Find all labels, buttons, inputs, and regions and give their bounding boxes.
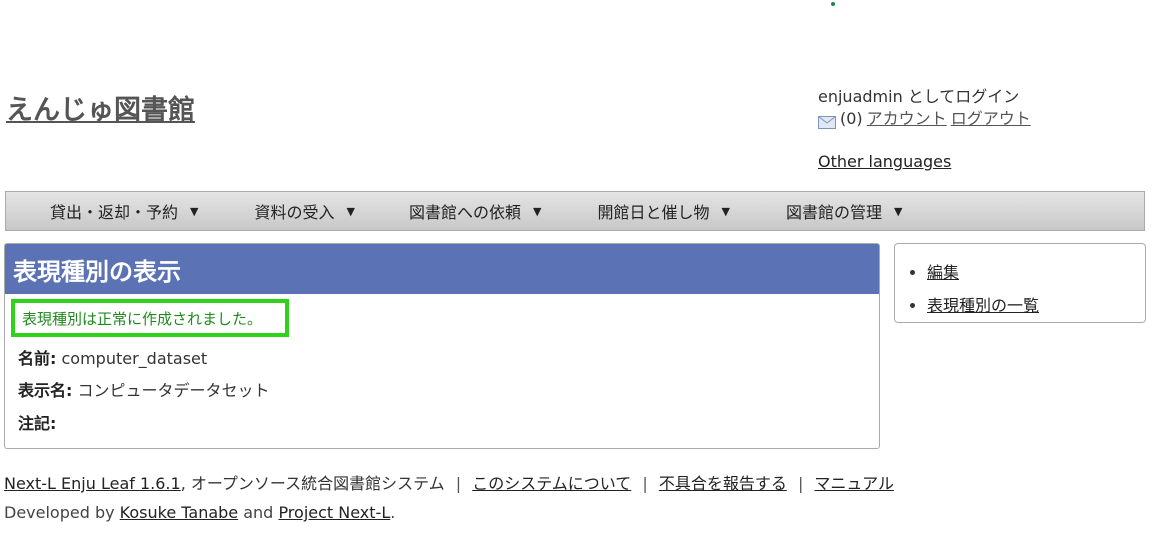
content-header: 表現種別の表示 <box>5 244 879 294</box>
separator: | <box>797 474 804 493</box>
edit-link[interactable]: 編集 <box>927 263 959 282</box>
author-link[interactable]: Kosuke Tanabe <box>120 503 238 522</box>
sidebar-item-list: 表現種別の一覧 <box>927 289 1145 322</box>
menu-requests[interactable]: 図書館への依頼 ▼ <box>409 199 541 223</box>
menu-circulation[interactable]: 貸出・返却・予約 ▼ <box>50 199 198 223</box>
caret-down-icon: ▼ <box>721 204 730 218</box>
sidebar-links: 編集 表現種別の一覧 <box>895 256 1145 322</box>
main-menu: 貸出・返却・予約 ▼ 資料の受入 ▼ 図書館への依頼 ▼ 開館日と催し物 ▼ 図… <box>5 191 1145 231</box>
product-suffix: , オープンソース統合図書館システム <box>180 474 445 493</box>
mail-icon[interactable] <box>818 113 836 129</box>
sidebar-item-edit: 編集 <box>927 256 1145 289</box>
product-link[interactable]: Next-L Enju Leaf 1.6.1 <box>4 474 181 493</box>
other-languages-link[interactable]: Other languages <box>818 152 951 171</box>
period: . <box>390 503 396 522</box>
caret-down-icon: ▼ <box>190 204 199 218</box>
user-box: enjuadmin としてログイン (0) アカウント ログアウト <box>818 86 1031 130</box>
message-count: (0) <box>840 109 863 128</box>
sidebar: 編集 表現種別の一覧 <box>894 243 1146 323</box>
about-link[interactable]: このシステムについて <box>472 474 631 493</box>
footer-credits: Developed by Kosuke Tanabe and Project N… <box>4 503 395 522</box>
field-label: 表示名: <box>18 381 73 400</box>
field-name: 名前: computer_dataset <box>18 345 207 369</box>
report-bug-link[interactable]: 不具合を報告する <box>659 474 787 493</box>
caret-down-icon: ▼ <box>893 204 903 218</box>
footer-links: Next-L Enju Leaf 1.6.1, オープンソース統合図書館システム… <box>4 470 894 494</box>
caret-down-icon: ▼ <box>346 204 355 218</box>
field-value: コンピュータデータセット <box>77 381 270 400</box>
menu-label: 開館日と催し物 <box>597 203 710 222</box>
field-label: 注記: <box>18 414 57 433</box>
success-notice: 表現種別は正常に作成されました。 <box>11 299 289 337</box>
menu-label: 貸出・返却・予約 <box>50 203 179 222</box>
login-status: enjuadmin としてログイン <box>818 87 1020 106</box>
decorative-dot <box>831 2 835 6</box>
list-link[interactable]: 表現種別の一覧 <box>927 296 1039 315</box>
field-note: 注記: <box>18 410 56 434</box>
menu-label: 図書館の管理 <box>785 203 882 222</box>
project-link[interactable]: Project Next-L <box>278 503 390 522</box>
menu-label: 図書館への依頼 <box>408 203 521 222</box>
site-title-link[interactable]: えんじゅ図書館 <box>6 95 195 126</box>
menu-events[interactable]: 開館日と催し物 ▼ <box>597 199 729 223</box>
field-value: computer_dataset <box>61 349 208 368</box>
logout-link[interactable]: ログアウト <box>951 108 1031 130</box>
field-label: 名前: <box>18 349 57 368</box>
main-content: 表現種別の表示 表現種別は正常に作成されました。 名前: computer_da… <box>4 243 880 449</box>
site-title: えんじゅ図書館 <box>6 88 195 127</box>
page-title: 表現種別の表示 <box>13 257 181 286</box>
account-row: (0) アカウント ログアウト <box>818 108 1031 130</box>
separator: | <box>642 474 648 493</box>
menu-administration[interactable]: 図書館の管理 ▼ <box>786 199 902 223</box>
menu-acquisition[interactable]: 資料の受入 ▼ <box>254 199 354 223</box>
account-link[interactable]: アカウント <box>867 108 947 130</box>
manual-link[interactable]: マニュアル <box>814 474 894 493</box>
menu-label: 資料の受入 <box>254 203 335 222</box>
developed-by: Developed by <box>4 503 115 522</box>
caret-down-icon: ▼ <box>532 204 542 218</box>
field-display-name: 表示名: コンピュータデータセット <box>18 377 270 401</box>
other-languages: Other languages <box>818 152 951 171</box>
separator: | <box>455 474 462 493</box>
and-text: and <box>243 503 274 522</box>
